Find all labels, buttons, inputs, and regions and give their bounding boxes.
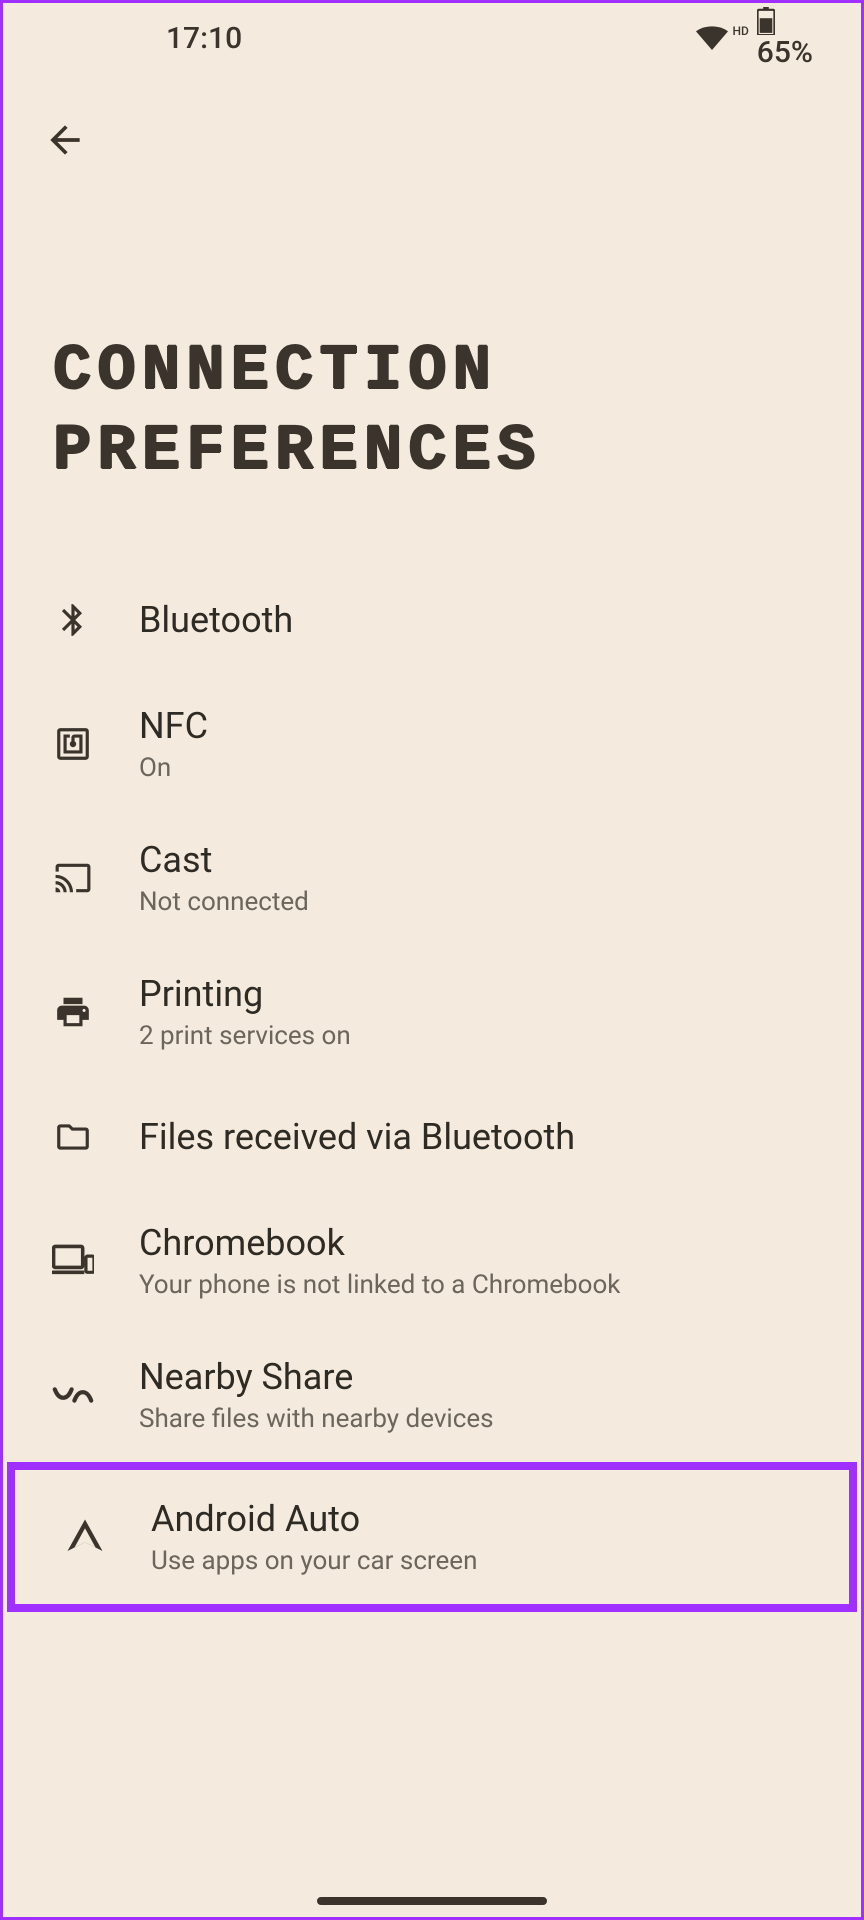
bluetooth-icon — [51, 598, 95, 642]
item-subtitle: Your phone is not linked to a Chromebook — [139, 1270, 813, 1300]
signal-hd-label: HD — [732, 24, 748, 38]
item-title: Printing — [139, 973, 813, 1015]
item-printing[interactable]: Printing 2 print services on — [3, 945, 861, 1079]
printing-icon — [51, 990, 95, 1034]
navigation-bar — [3, 1897, 861, 1905]
item-nfc[interactable]: NFC On — [3, 677, 861, 811]
back-button[interactable] — [33, 108, 97, 172]
item-title: Nearby Share — [139, 1356, 813, 1398]
cast-icon — [51, 856, 95, 900]
item-title: NFC — [139, 705, 813, 747]
settings-list: Bluetooth NFC On Cast Not connected Prin… — [3, 562, 861, 1612]
status-time: 17:10 — [166, 21, 242, 56]
item-subtitle: Not connected — [139, 887, 813, 917]
item-files-received[interactable]: Files received via Bluetooth — [3, 1079, 861, 1194]
item-subtitle: On — [139, 753, 813, 783]
item-subtitle: Share files with nearby devices — [139, 1404, 813, 1434]
arrow-back-icon — [43, 118, 87, 162]
toolbar — [3, 73, 861, 172]
page-title: CONNECTION PREFERENCES — [3, 172, 861, 562]
item-android-auto[interactable]: Android Auto Use apps on your car screen — [15, 1470, 849, 1604]
item-subtitle: 2 print services on — [139, 1021, 813, 1051]
item-bluetooth[interactable]: Bluetooth — [3, 562, 861, 677]
battery-percent: 65% — [757, 35, 813, 70]
signal-icon: 65% — [757, 7, 813, 70]
chromebook-icon — [51, 1239, 95, 1283]
nfc-icon — [51, 722, 95, 766]
item-title: Files received via Bluetooth — [139, 1116, 813, 1158]
item-title: Chromebook — [139, 1222, 813, 1264]
status-right: HD 65% — [696, 7, 813, 70]
battery-icon — [757, 7, 775, 35]
item-title: Cast — [139, 839, 813, 881]
status-bar: 17:10 HD 65% — [3, 3, 861, 73]
item-cast[interactable]: Cast Not connected — [3, 811, 861, 945]
item-chromebook[interactable]: Chromebook Your phone is not linked to a… — [3, 1194, 861, 1328]
nearby-share-icon — [51, 1373, 95, 1417]
wifi-icon — [696, 26, 728, 50]
android-auto-icon — [63, 1515, 107, 1559]
gesture-handle[interactable] — [317, 1897, 547, 1905]
item-title: Bluetooth — [139, 599, 813, 641]
highlighted-item-box: Android Auto Use apps on your car screen — [7, 1462, 857, 1612]
item-title: Android Auto — [151, 1498, 801, 1540]
folder-icon — [51, 1115, 95, 1159]
item-nearby-share[interactable]: Nearby Share Share files with nearby dev… — [3, 1328, 861, 1462]
item-subtitle: Use apps on your car screen — [151, 1546, 801, 1576]
